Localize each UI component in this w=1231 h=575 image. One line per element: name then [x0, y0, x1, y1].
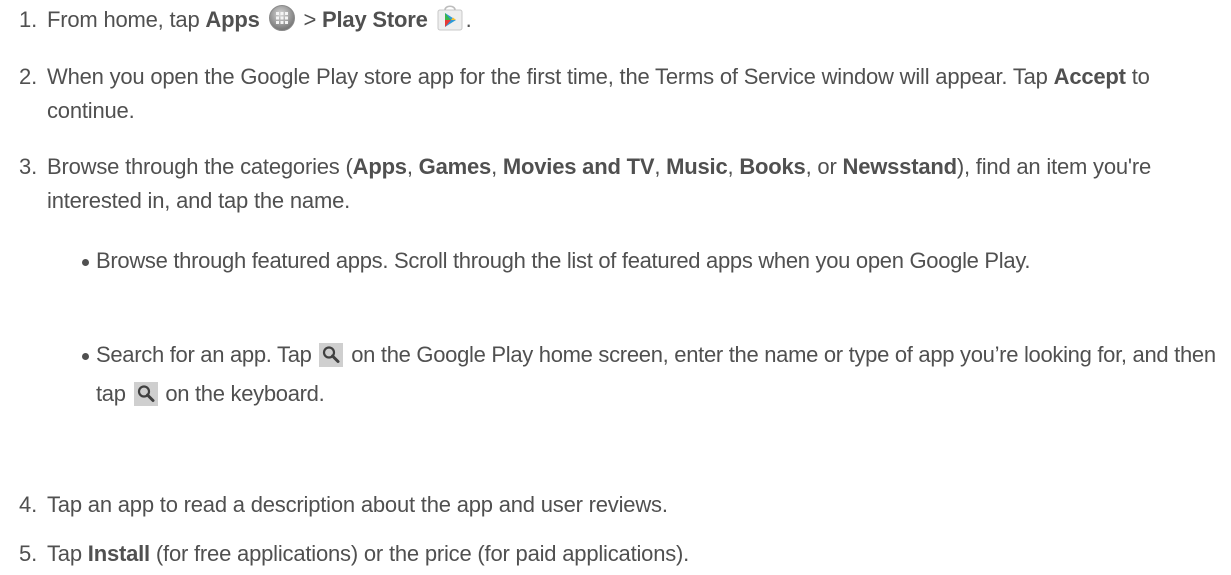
apps-label: Apps: [205, 7, 260, 32]
category-newsstand: Newsstand: [842, 154, 958, 179]
category-games: Games: [418, 154, 492, 179]
bullet-text: Search for an app. Tap on the Google Pla…: [96, 338, 1225, 416]
category-apps: Apps: [352, 154, 407, 179]
step-number: 3.: [19, 154, 37, 179]
step-number: 1.: [19, 7, 37, 32]
category-books: Books: [739, 154, 806, 179]
search-icon: [319, 343, 344, 377]
step-text: Tap an app to read a description about t…: [47, 492, 668, 517]
bullet-text: Browse through featured apps. Scroll thr…: [96, 248, 1031, 273]
step-text: From home, tap Apps > Play Store .: [47, 3, 1225, 42]
play-store-label: Play Store: [322, 7, 428, 32]
instructions-document: 1. From home, tap Apps > Play Store . 2.…: [0, 0, 1231, 575]
play-store-icon: [436, 4, 464, 42]
step-text: When you open the Google Play store app …: [47, 64, 1150, 123]
step-number: 2.: [19, 64, 37, 89]
search-icon: [133, 382, 158, 416]
bullet-dot: [82, 353, 89, 360]
apps-launcher-icon: [268, 4, 296, 42]
step-text: Tap Install (for free applications) or t…: [47, 541, 690, 566]
category-music: Music: [666, 154, 728, 179]
install-label: Install: [87, 541, 150, 566]
step-number: 4.: [19, 492, 37, 517]
step-text: Browse through the categories (Apps, Gam…: [47, 154, 1152, 213]
step-number: 5.: [19, 541, 37, 566]
accept-label: Accept: [1053, 64, 1126, 89]
category-movies: Movies and TV: [502, 154, 655, 179]
bullet-dot: [82, 259, 89, 266]
